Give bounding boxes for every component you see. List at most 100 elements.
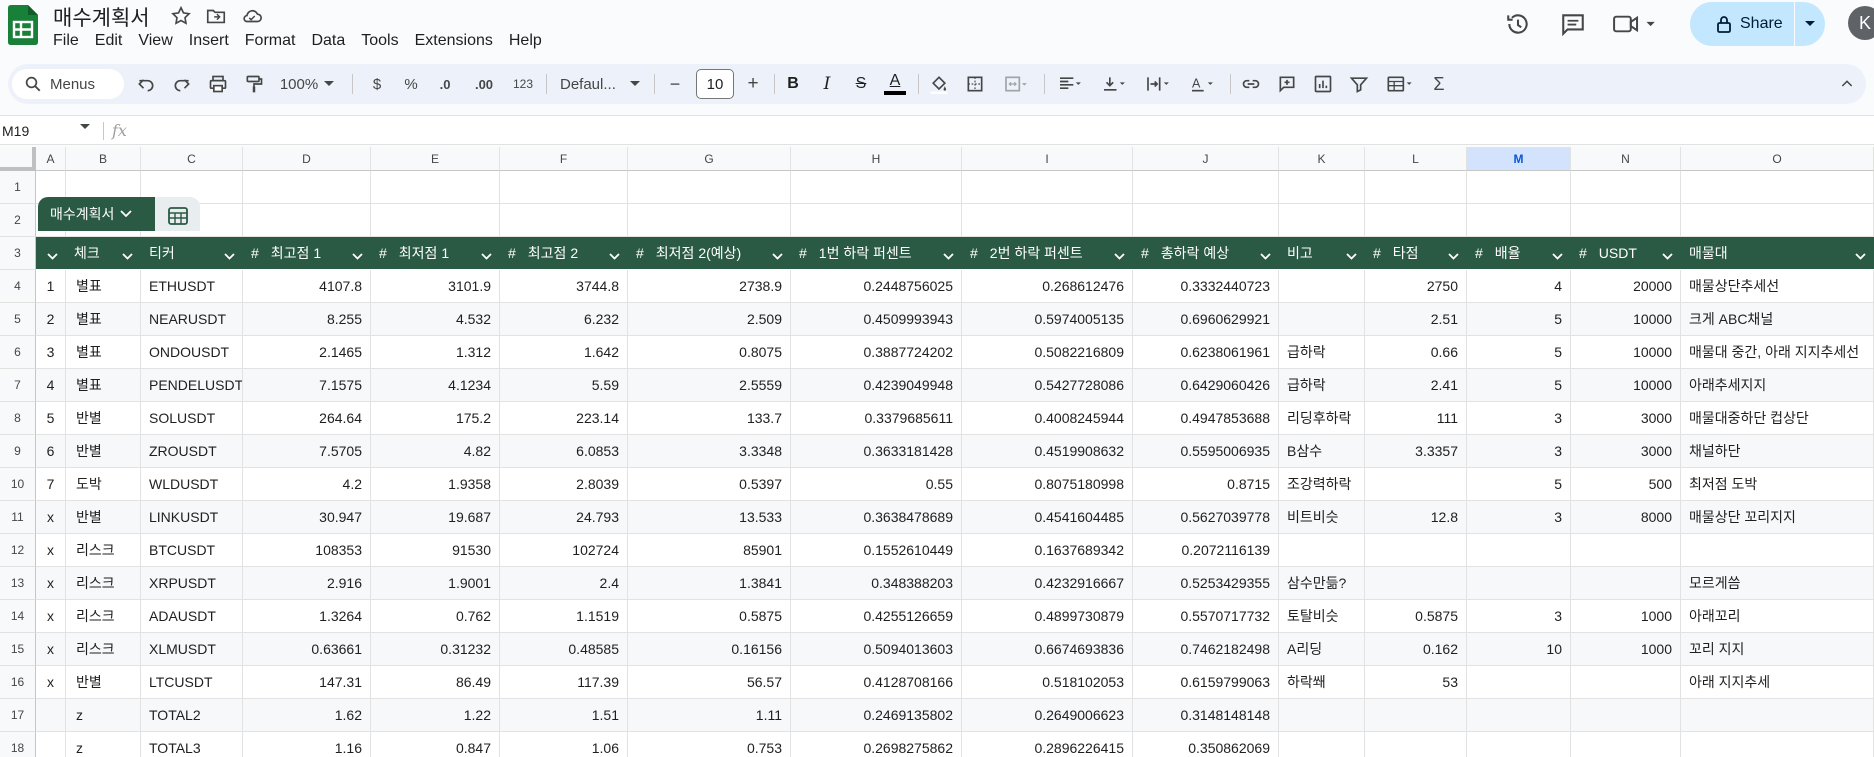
table-cell[interactable]: XRPUSDT bbox=[141, 567, 243, 600]
table-cell[interactable]: 리딩후하락 bbox=[1279, 402, 1365, 435]
table-cell[interactable] bbox=[1279, 699, 1365, 732]
chevron-down-icon[interactable] bbox=[609, 247, 620, 263]
column-header-cell[interactable]: # 최고점 1 bbox=[243, 237, 371, 269]
chevron-down-icon[interactable] bbox=[47, 247, 58, 263]
menu-format[interactable]: Format bbox=[245, 30, 303, 52]
table-cell[interactable]: 7.5705 bbox=[243, 435, 371, 468]
currency-format-button[interactable]: $ bbox=[364, 64, 390, 104]
column-header-cell[interactable]: # 타점 bbox=[1365, 237, 1467, 269]
table-cell[interactable]: 0.4255126659 bbox=[791, 600, 962, 633]
table-cell[interactable]: 1.51 bbox=[500, 699, 628, 732]
table-cell[interactable]: TOTAL3 bbox=[141, 732, 243, 757]
table-cell[interactable]: 86.49 bbox=[371, 666, 500, 699]
table-cell[interactable]: 리스크 bbox=[66, 600, 141, 633]
menu-file[interactable]: File bbox=[53, 30, 86, 52]
table-cell[interactable]: 급하락 bbox=[1279, 336, 1365, 369]
empty-cell[interactable] bbox=[243, 204, 371, 237]
increase-font-size-button[interactable]: + bbox=[740, 64, 766, 104]
table-cell[interactable]: 223.14 bbox=[500, 402, 628, 435]
table-cell[interactable]: 3744.8 bbox=[500, 270, 628, 303]
chevron-down-icon[interactable] bbox=[1114, 247, 1125, 263]
row-header-6[interactable]: 6 bbox=[0, 336, 36, 369]
table-cell[interactable]: 0.2072116139 bbox=[1133, 534, 1279, 567]
table-cell[interactable]: A리딩 bbox=[1279, 633, 1365, 666]
font-family-select[interactable]: Defaul... bbox=[554, 64, 646, 104]
functions-button[interactable]: Σ bbox=[1426, 64, 1452, 104]
table-cell[interactable]: 5 bbox=[36, 402, 66, 435]
table-cell[interactable]: 0.2649006623 bbox=[962, 699, 1133, 732]
table-cell[interactable]: 5 bbox=[1467, 369, 1571, 402]
table-cell[interactable]: 20000 bbox=[1571, 270, 1681, 303]
table-cell[interactable]: 최저점 도박 bbox=[1681, 468, 1874, 501]
table-cell[interactable]: 3.3357 bbox=[1365, 435, 1467, 468]
table-cell[interactable]: 264.64 bbox=[243, 402, 371, 435]
column-header-cell[interactable]: # 최저점 1 bbox=[371, 237, 500, 269]
column-header-d[interactable]: D bbox=[243, 147, 371, 171]
table-cell[interactable]: 토탈비슷 bbox=[1279, 600, 1365, 633]
table-cell[interactable]: 0.31232 bbox=[371, 633, 500, 666]
table-cell[interactable]: 0.1552610449 bbox=[791, 534, 962, 567]
table-cell[interactable]: 0.63661 bbox=[243, 633, 371, 666]
table-cell[interactable]: 2.41 bbox=[1365, 369, 1467, 402]
table-cell[interactable]: 1.9001 bbox=[371, 567, 500, 600]
column-header-cell[interactable]: #2번 하락 퍼센트 bbox=[962, 237, 1133, 269]
table-cell[interactable]: 0.5082216809 bbox=[962, 336, 1133, 369]
text-wrapping-icon[interactable] bbox=[1138, 64, 1178, 104]
table-cell[interactable]: 급하락 bbox=[1279, 369, 1365, 402]
formula-input[interactable] bbox=[150, 120, 1850, 142]
table-view-icon[interactable] bbox=[1378, 64, 1422, 104]
table-cell[interactable]: 0.4947853688 bbox=[1133, 402, 1279, 435]
table-cell[interactable]: x bbox=[36, 666, 66, 699]
row-header-15[interactable]: 15 bbox=[0, 633, 36, 666]
table-cell[interactable] bbox=[1467, 666, 1571, 699]
borders-icon[interactable] bbox=[960, 64, 990, 104]
table-cell[interactable]: 53 bbox=[1365, 666, 1467, 699]
column-header-cell[interactable]: # 배율 bbox=[1467, 237, 1571, 269]
bold-button[interactable]: B bbox=[778, 64, 808, 104]
table-cell[interactable]: 별표 bbox=[66, 336, 141, 369]
table-cell[interactable] bbox=[1279, 732, 1365, 757]
table-cell[interactable]: 삼수만듦? bbox=[1279, 567, 1365, 600]
table-cell[interactable]: 5 bbox=[1467, 336, 1571, 369]
paint-format-icon[interactable] bbox=[240, 64, 268, 104]
column-header-cell[interactable]: 비고 bbox=[1279, 237, 1365, 269]
table-cell[interactable]: 도박 bbox=[66, 468, 141, 501]
table-cell[interactable]: z bbox=[66, 699, 141, 732]
table-cell[interactable]: ZROUSDT bbox=[141, 435, 243, 468]
table-cell[interactable]: 133.7 bbox=[628, 402, 791, 435]
table-cell[interactable]: 0.753 bbox=[628, 732, 791, 757]
table-cell[interactable]: 0.348388203 bbox=[791, 567, 962, 600]
empty-cell[interactable] bbox=[1279, 171, 1365, 204]
search-menus-button[interactable]: Menus bbox=[12, 69, 124, 99]
table-cell[interactable] bbox=[1365, 468, 1467, 501]
name-box[interactable]: M19 bbox=[0, 120, 92, 142]
table-cell[interactable]: 1 bbox=[36, 270, 66, 303]
account-avatar[interactable]: K bbox=[1848, 6, 1874, 40]
table-cell[interactable]: 2.8039 bbox=[500, 468, 628, 501]
table-cell[interactable] bbox=[1571, 699, 1681, 732]
table-cell[interactable] bbox=[1279, 534, 1365, 567]
table-cell[interactable]: 반별 bbox=[66, 501, 141, 534]
table-cell[interactable]: x bbox=[36, 633, 66, 666]
empty-cell[interactable] bbox=[962, 204, 1133, 237]
menu-extensions[interactable]: Extensions bbox=[415, 30, 500, 52]
table-cell[interactable]: 3 bbox=[36, 336, 66, 369]
table-cell[interactable]: 1.22 bbox=[371, 699, 500, 732]
chevron-down-icon[interactable] bbox=[80, 124, 90, 130]
chevron-down-icon[interactable] bbox=[352, 247, 363, 263]
table-cell[interactable]: 0.48585 bbox=[500, 633, 628, 666]
table-cell[interactable]: 0.2469135802 bbox=[791, 699, 962, 732]
column-header-a[interactable]: A bbox=[36, 147, 66, 171]
table-cell[interactable] bbox=[1365, 567, 1467, 600]
empty-cell[interactable] bbox=[791, 204, 962, 237]
table-cell[interactable]: 10000 bbox=[1571, 336, 1681, 369]
table-cell[interactable]: ADAUSDT bbox=[141, 600, 243, 633]
insert-comment-icon[interactable] bbox=[1272, 64, 1302, 104]
merge-cells-icon[interactable] bbox=[996, 64, 1036, 104]
table-cell[interactable]: 0.2896226415 bbox=[962, 732, 1133, 757]
chevron-down-icon[interactable] bbox=[1346, 247, 1357, 263]
table-cell[interactable]: 0.4541604485 bbox=[962, 501, 1133, 534]
table-cell[interactable]: 2.5559 bbox=[628, 369, 791, 402]
table-cell[interactable]: 1000 bbox=[1571, 600, 1681, 633]
zoom-select[interactable]: 100% bbox=[272, 64, 342, 104]
